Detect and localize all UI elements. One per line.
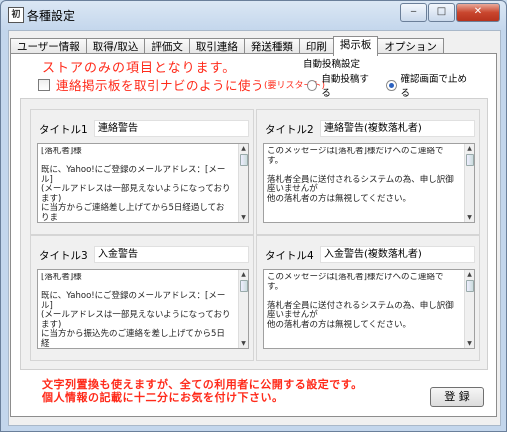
stop-at-confirm-label[interactable]: 確認画面で止める [401, 71, 471, 99]
scroll-up-icon[interactable]: ▲ [239, 270, 248, 279]
scroll-thumb[interactable] [466, 280, 474, 292]
scrollbar-3[interactable]: ▲ ▼ [238, 270, 248, 348]
scroll-down-icon[interactable]: ▼ [239, 339, 248, 348]
message-box-1: タイトル1 連絡警告 [落札者]様 既に、Yahoo!にご登録のメールアドレス：… [30, 109, 254, 235]
message-box-3: タイトル3 入金警告 [落札者]様 既に、Yahoo!にご登録のメールアドレス：… [30, 235, 254, 361]
app-icon: 初 [8, 7, 24, 23]
body-text-1[interactable]: [落札者]様 既に、Yahoo!にご登録のメールアドレス：[メール] (メールア… [41, 147, 231, 221]
scroll-down-icon[interactable]: ▼ [465, 213, 474, 222]
scrollbar-2[interactable]: ▲ ▼ [464, 144, 474, 222]
title-input-3[interactable]: 入金警告 [94, 246, 249, 263]
maximize-button[interactable]: □ [428, 3, 455, 22]
title-label-3: タイトル3 [39, 250, 88, 262]
auto-post-radio[interactable] [307, 79, 318, 91]
title-label-4: タイトル4 [265, 250, 314, 262]
window-title: 各種設定 [27, 9, 76, 23]
use-board-checkbox[interactable] [38, 78, 50, 91]
body-text-3[interactable]: [落札者]様 既に、Yahoo!にご登録のメールアドレス：[メール] (メールア… [41, 273, 231, 347]
scroll-thumb[interactable] [240, 154, 248, 166]
title-label-1: タイトル1 [39, 124, 88, 136]
register-button[interactable]: 登 録 [430, 387, 484, 407]
scroll-up-icon[interactable]: ▲ [239, 144, 248, 153]
close-button[interactable]: ✕ [456, 3, 500, 22]
title-input-4[interactable]: 入金警告(複数落札者) [320, 246, 475, 263]
privacy-warning-line-2: 個人情報の記載に十二分にお気を付け下さい。 [42, 391, 284, 404]
tab-strip: ユーザー情報 取得/取込 評価文 取引連絡 発送種類 印刷 掲示板 オプション [10, 36, 444, 56]
stop-at-confirm-radio[interactable] [386, 79, 397, 91]
scroll-up-icon[interactable]: ▲ [465, 270, 474, 279]
message-templates-area: タイトル1 連絡警告 [落札者]様 既に、Yahoo!にご登録のメールアドレス：… [20, 98, 488, 370]
caption-buttons: ‒ □ ✕ [399, 3, 500, 22]
use-board-checkbox-row[interactable]: 連絡掲示板を取引ナビのように使う (要リスタート) [38, 75, 325, 94]
privacy-warning-line-1: 文字列置換も使えますが、全ての利用者に公開する設定です。 [42, 378, 363, 391]
body-text-2[interactable]: このメッセージは[落札者]様だけへのご連絡です。 落札者全員に送付されるシステム… [267, 147, 457, 221]
auto-post-label[interactable]: 自動投稿する [321, 71, 374, 99]
title-label-2: タイトル2 [265, 124, 314, 136]
use-board-label[interactable]: 連絡掲示板を取引ナビのように使う [56, 75, 264, 94]
scroll-up-icon[interactable]: ▲ [465, 144, 474, 153]
message-box-2: タイトル2 連絡警告(複数落札者) このメッセージは[落札者]様だけへのご連絡で… [256, 109, 480, 235]
message-box-4: タイトル4 入金警告(複数落札者) このメッセージは[落札者]様だけへのご連絡で… [256, 235, 480, 361]
minimize-button[interactable]: ‒ [400, 3, 427, 22]
scrollbar-1[interactable]: ▲ ▼ [238, 144, 248, 222]
body-text-4[interactable]: このメッセージは[落札者]様だけへのご連絡です。 落札者全員に送付されるシステム… [267, 273, 457, 347]
body-textarea-1[interactable]: [落札者]様 既に、Yahoo!にご登録のメールアドレス：[メール] (メールア… [37, 143, 249, 223]
title-input-1[interactable]: 連絡警告 [94, 120, 249, 137]
scroll-down-icon[interactable]: ▼ [465, 339, 474, 348]
body-textarea-4[interactable]: このメッセージは[落札者]様だけへのご連絡です。 落札者全員に送付されるシステム… [263, 269, 475, 349]
scroll-thumb[interactable] [240, 280, 248, 292]
scrollbar-4[interactable]: ▲ ▼ [464, 270, 474, 348]
privacy-warning: 文字列置換も使えますが、全ての利用者に公開する設定です。 個人情報の記載に十二分… [42, 378, 363, 404]
auto-post-group: 自動投稿設定 自動投稿する 確認画面で止める [301, 56, 483, 99]
auto-post-options: 自動投稿する 確認画面で止める [307, 71, 483, 99]
scroll-down-icon[interactable]: ▼ [239, 213, 248, 222]
tab-bulletin-board[interactable]: 掲示板 [332, 36, 379, 56]
title-bar: 初 各種設定 ‒ □ ✕ [1, 1, 506, 27]
auto-post-title: 自動投稿設定 [303, 59, 361, 70]
body-textarea-3[interactable]: [落札者]様 既に、Yahoo!にご登録のメールアドレス：[メール] (メールア… [37, 269, 249, 349]
store-only-note: ストアのみの項目となります。 [42, 61, 237, 76]
body-textarea-2[interactable]: このメッセージは[落札者]様だけへのご連絡です。 落札者全員に送付されるシステム… [263, 143, 475, 223]
title-input-2[interactable]: 連絡警告(複数落札者) [320, 120, 475, 137]
scroll-thumb[interactable] [466, 154, 474, 166]
